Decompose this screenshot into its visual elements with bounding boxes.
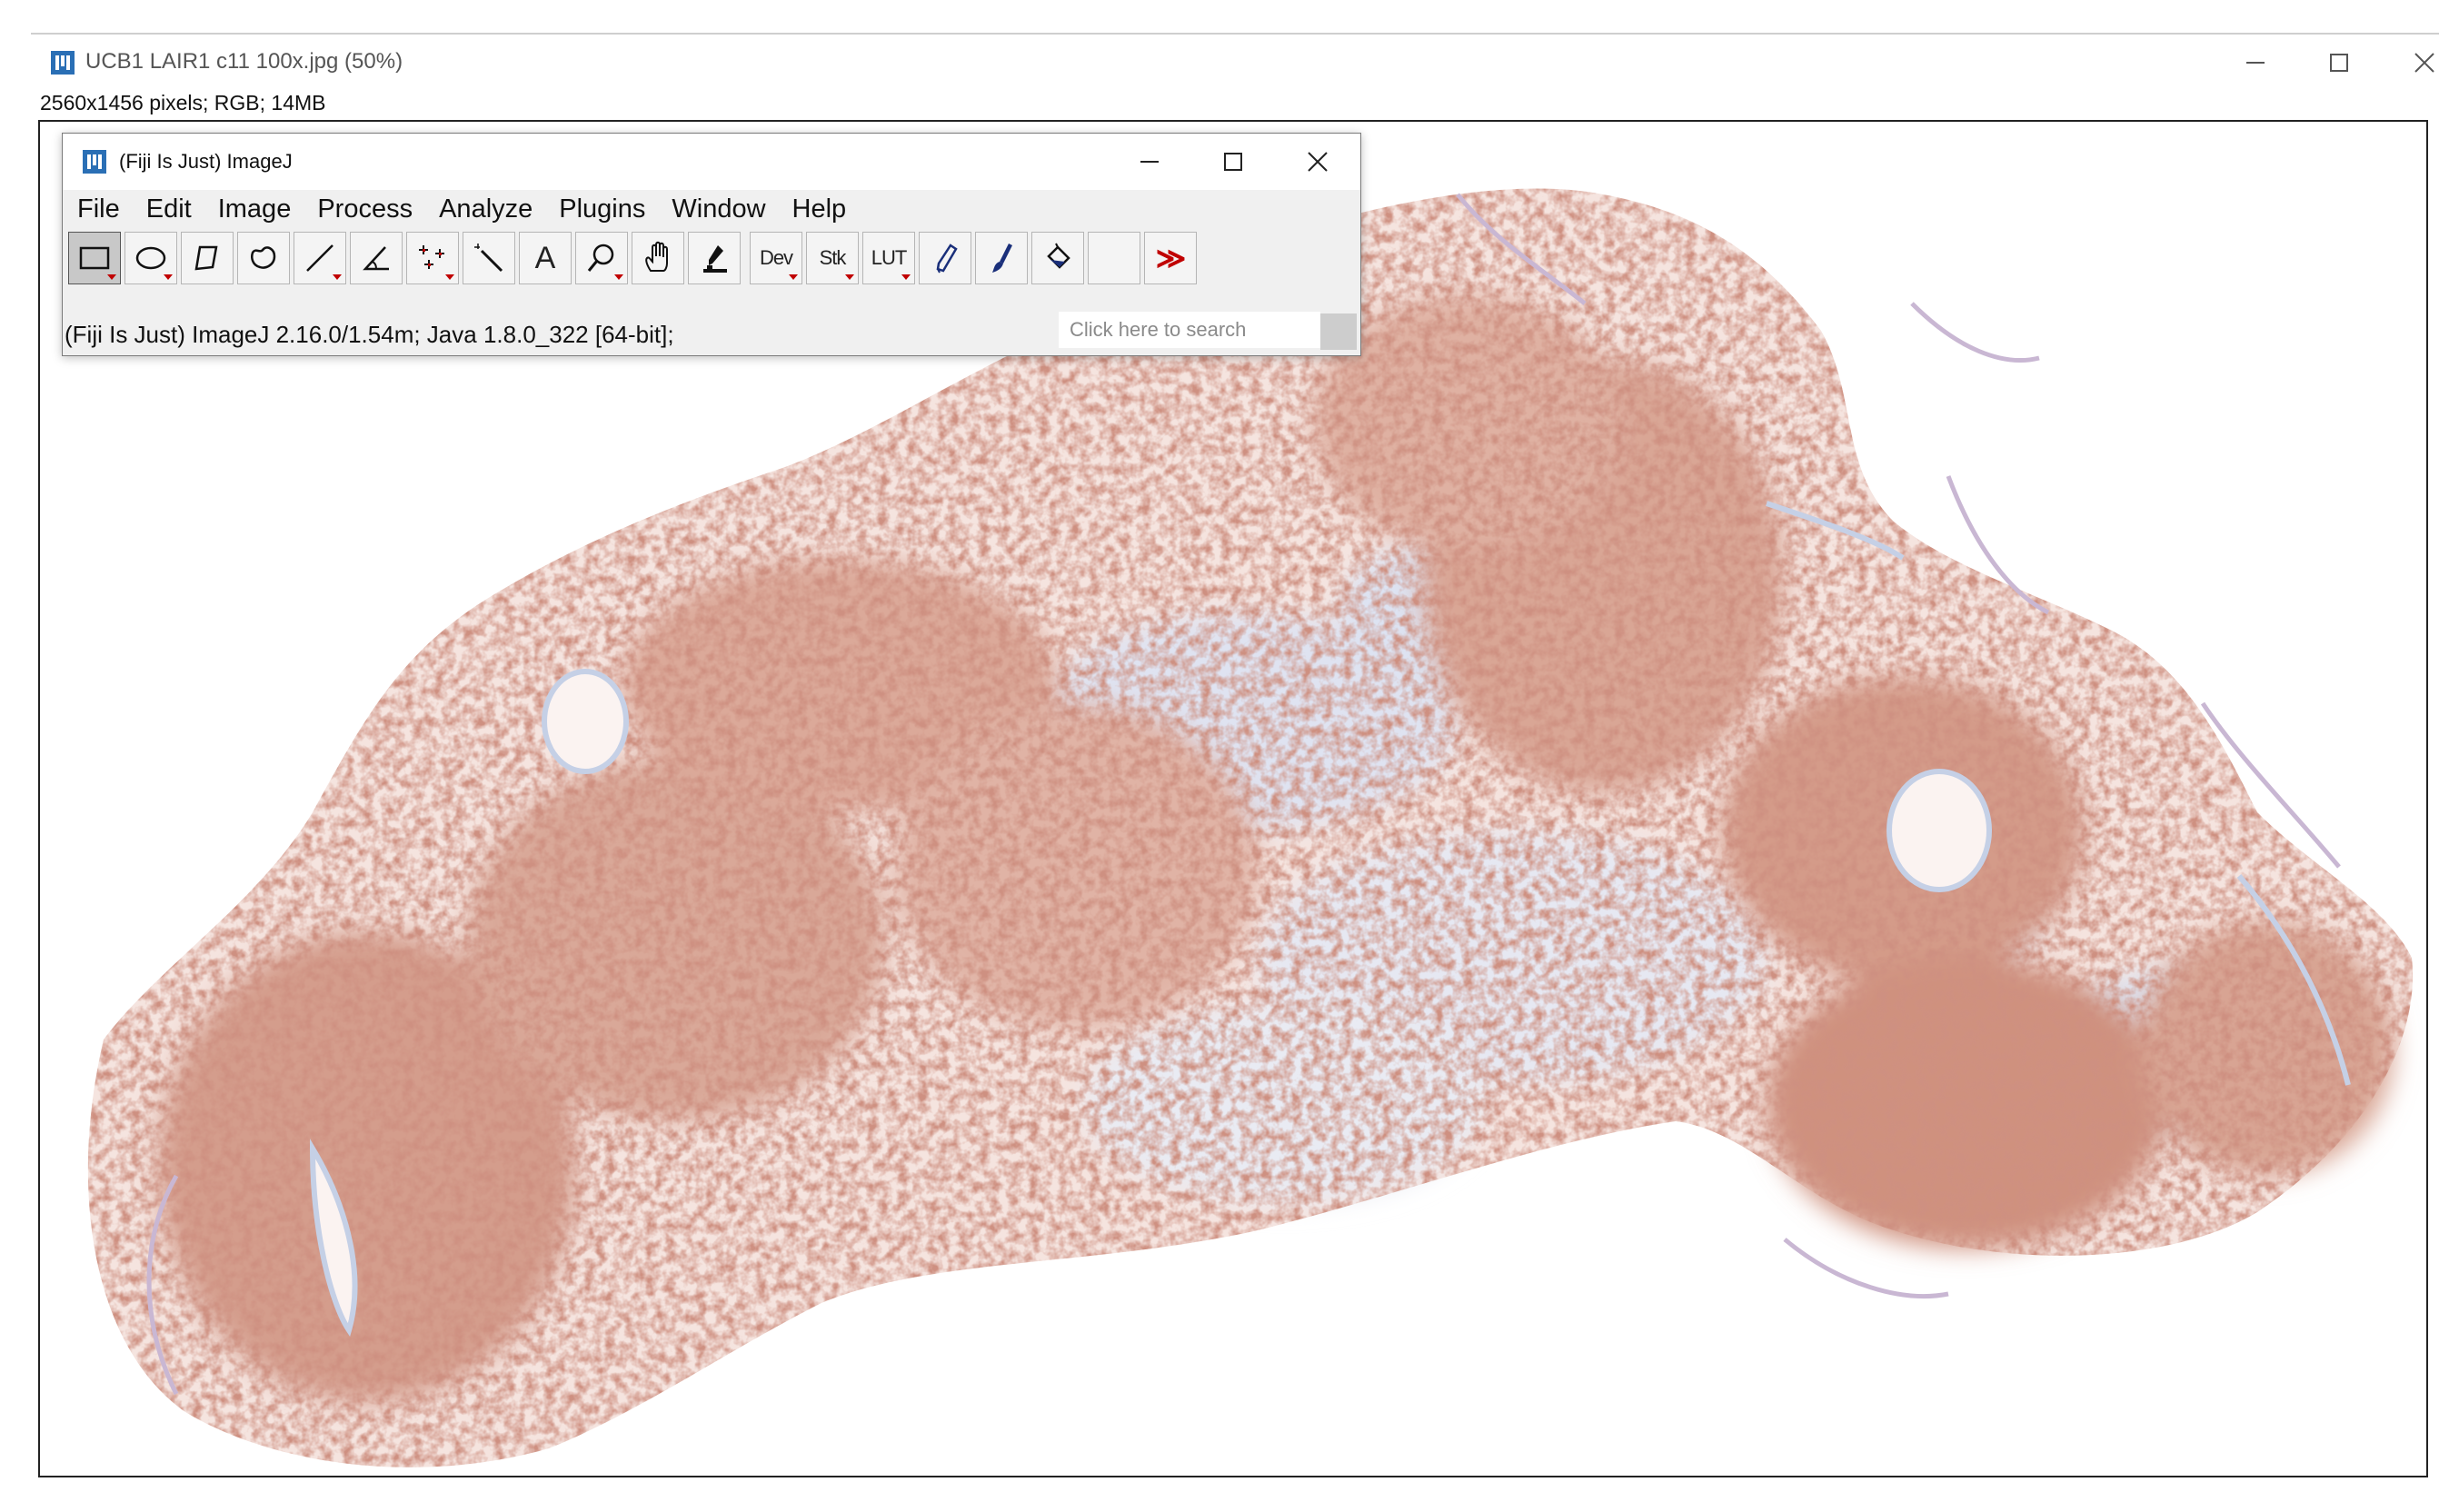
empty-tool-slot[interactable] xyxy=(1088,232,1140,284)
line-tool[interactable] xyxy=(294,232,346,284)
imagej-maximize-button[interactable] xyxy=(1191,134,1275,190)
imagej-window: (Fiji Is Just) ImageJ File Edit Image Pr… xyxy=(62,133,1361,356)
imagej-minimize-button[interactable] xyxy=(1108,134,1191,190)
image-window-title: UCB1 LAIR1 c11 100x.jpg (50%) xyxy=(85,49,403,75)
menu-file[interactable]: File xyxy=(77,194,120,224)
brush-icon xyxy=(983,240,1020,276)
image-window-titlebar[interactable]: UCB1 LAIR1 c11 100x.jpg (50%) xyxy=(31,35,2439,91)
lut-label: LUT xyxy=(871,246,907,270)
more-tools-button[interactable]: ≫ xyxy=(1144,232,1197,284)
minimize-button[interactable] xyxy=(2215,35,2295,91)
dev-label: Dev xyxy=(760,246,792,270)
stk-tool[interactable]: Stk xyxy=(806,232,859,284)
freehand-tool[interactable] xyxy=(237,232,290,284)
oval-tool[interactable] xyxy=(124,232,177,284)
angle-tool[interactable] xyxy=(350,232,403,284)
wand-icon xyxy=(471,240,507,276)
dropper-icon xyxy=(696,240,732,276)
menu-edit[interactable]: Edit xyxy=(146,194,192,224)
text-tool[interactable]: A xyxy=(519,232,572,284)
color-picker-tool[interactable] xyxy=(688,232,741,284)
bucket-icon xyxy=(1040,240,1076,276)
stain-texture xyxy=(88,189,2413,1467)
search-scrollbar[interactable] xyxy=(1320,313,1357,350)
minimize-icon xyxy=(2245,52,2266,74)
dev-tool[interactable]: Dev xyxy=(750,232,802,284)
maximize-button[interactable] xyxy=(2299,35,2379,91)
fiji-icon xyxy=(81,148,108,175)
line-icon xyxy=(302,240,338,276)
menu-process[interactable]: Process xyxy=(317,194,413,224)
menu-image[interactable]: Image xyxy=(218,194,292,224)
magnifier-icon xyxy=(583,240,620,276)
multipoint-icon xyxy=(414,240,451,276)
text-icon: A xyxy=(535,241,556,276)
hand-tool[interactable] xyxy=(632,232,684,284)
pencil-tool[interactable] xyxy=(919,232,971,284)
close-button[interactable] xyxy=(2384,35,2459,91)
hand-icon xyxy=(640,240,676,276)
status-bar: (Fiji Is Just) ImageJ 2.16.0/1.54m; Java… xyxy=(65,321,674,349)
close-icon xyxy=(1306,150,1329,174)
angle-icon xyxy=(358,240,394,276)
maximize-icon xyxy=(1222,151,1244,173)
menu-analyze[interactable]: Analyze xyxy=(439,194,533,224)
toolbar: A Dev Stk LUT xyxy=(63,228,1360,286)
search-input[interactable] xyxy=(1059,312,1320,348)
brush-tool[interactable] xyxy=(975,232,1028,284)
minimize-icon xyxy=(1139,151,1160,173)
polygon-icon xyxy=(189,240,225,276)
magnifier-tool[interactable] xyxy=(575,232,628,284)
menu-help[interactable]: Help xyxy=(792,194,847,224)
image-info-text: 2560x1456 pixels; RGB; 14MB xyxy=(40,91,326,115)
polygon-tool[interactable] xyxy=(181,232,234,284)
fiji-icon xyxy=(49,49,76,76)
pencil-icon xyxy=(927,240,963,276)
flood-fill-tool[interactable] xyxy=(1031,232,1084,284)
rectangle-tool[interactable] xyxy=(68,232,121,284)
lut-tool[interactable]: LUT xyxy=(862,232,915,284)
menubar: File Edit Image Process Analyze Plugins … xyxy=(63,190,1360,228)
imagej-close-button[interactable] xyxy=(1275,134,1360,190)
wand-tool[interactable] xyxy=(463,232,515,284)
maximize-icon xyxy=(2328,52,2350,74)
rectangle-icon xyxy=(76,240,113,276)
point-tool[interactable] xyxy=(406,232,459,284)
stk-label: Stk xyxy=(820,246,846,270)
more-tools-icon: ≫ xyxy=(1156,241,1186,275)
imagej-title: (Fiji Is Just) ImageJ xyxy=(119,150,293,174)
close-icon xyxy=(2413,51,2436,75)
oval-icon xyxy=(133,240,169,276)
freehand-icon xyxy=(245,240,282,276)
imagej-titlebar[interactable]: (Fiji Is Just) ImageJ xyxy=(63,134,1360,190)
menu-window[interactable]: Window xyxy=(672,194,765,224)
menu-plugins[interactable]: Plugins xyxy=(559,194,645,224)
